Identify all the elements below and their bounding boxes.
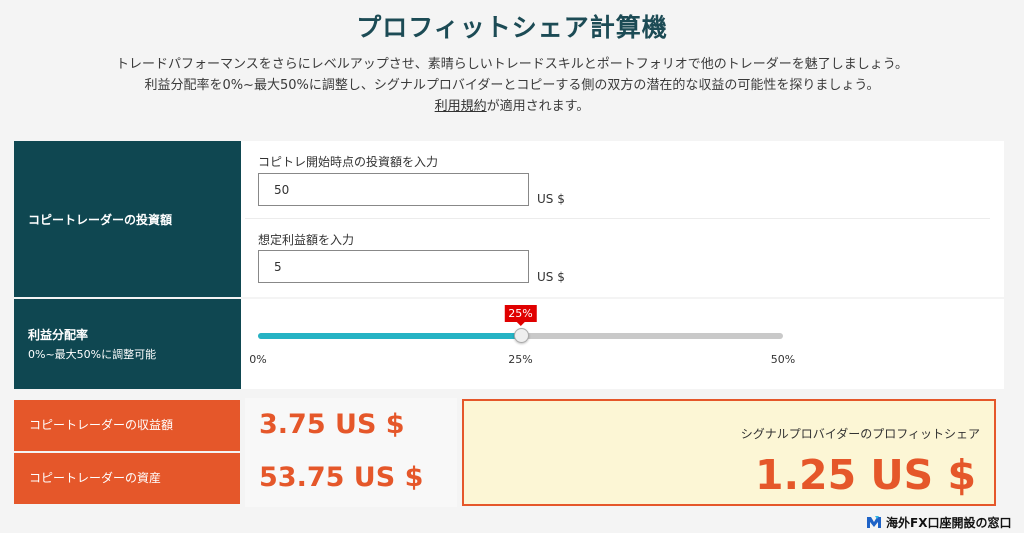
terms-line: 利用規約が適用されます。 [0, 96, 1024, 117]
brand-watermark: 海外FX口座開設の窓口 [866, 512, 1011, 532]
brand-text: 海外FX口座開設の窓口 [886, 515, 1012, 530]
slider-tick-min: 0% [249, 353, 267, 366]
copy-trader-earnings-value: 3.75 US $ [259, 409, 405, 440]
slider-tick-mid: 25% [508, 353, 533, 366]
share-rate-label-text: 利益分配率 [28, 328, 89, 342]
investment-divider [245, 218, 990, 219]
copy-trader-earnings-label: コピートレーダーの収益額 [14, 400, 240, 451]
provider-share-box: シグナルプロバイダーのプロフィットシェア 1.25 US $ [462, 399, 996, 506]
slider-tick-max: 50% [770, 353, 796, 366]
expected-profit-label: 想定利益額を入力 [258, 233, 355, 247]
initial-investment-unit: US $ [537, 192, 565, 206]
provider-share-label: シグナルプロバイダーのプロフィットシェア [740, 427, 980, 441]
investment-label-text: コピートレーダーの投資額 [28, 212, 173, 227]
description-line-1: トレードパフォーマンスをさらにレベルアップさせ、素晴らしいトレードスキルとポート… [116, 57, 908, 72]
page-title: プロフィットシェア計算機 [356, 13, 668, 42]
share-rate-value-bubble: 25% [504, 305, 537, 326]
copy-trader-assets-value: 53.75 US $ [259, 462, 424, 493]
investment-section-label: コピートレーダーの投資額 [14, 141, 241, 297]
page-description: トレードパフォーマンスをさらにレベルアップさせ、素晴らしいトレードスキルとポート… [0, 54, 1024, 117]
share-rate-sublabel: 0%~最大50%に調整可能 [28, 348, 157, 361]
expected-profit-input[interactable] [258, 250, 529, 283]
terms-link[interactable]: 利用規約 [435, 99, 487, 114]
description-line-2: 利益分配率を0%~最大50%に調整し、シグナルプロバイダーとコピーする側の双方の… [144, 78, 880, 93]
copy-trader-assets-label: コピートレーダーの資産 [14, 453, 240, 504]
initial-investment-label: コピトレ開始時点の投資額を入力 [258, 155, 439, 169]
provider-share-value: 1.25 US $ [754, 451, 976, 499]
share-rate-slider-handle[interactable] [513, 328, 529, 343]
brand-logo-icon [867, 516, 881, 528]
expected-profit-unit: US $ [537, 270, 565, 284]
share-rate-section-label: 利益分配率 0%~最大50%に調整可能 [14, 299, 241, 389]
initial-investment-input[interactable] [258, 173, 529, 206]
terms-suffix: が適用されます。 [486, 99, 590, 114]
share-rate-slider-fill [258, 333, 521, 339]
